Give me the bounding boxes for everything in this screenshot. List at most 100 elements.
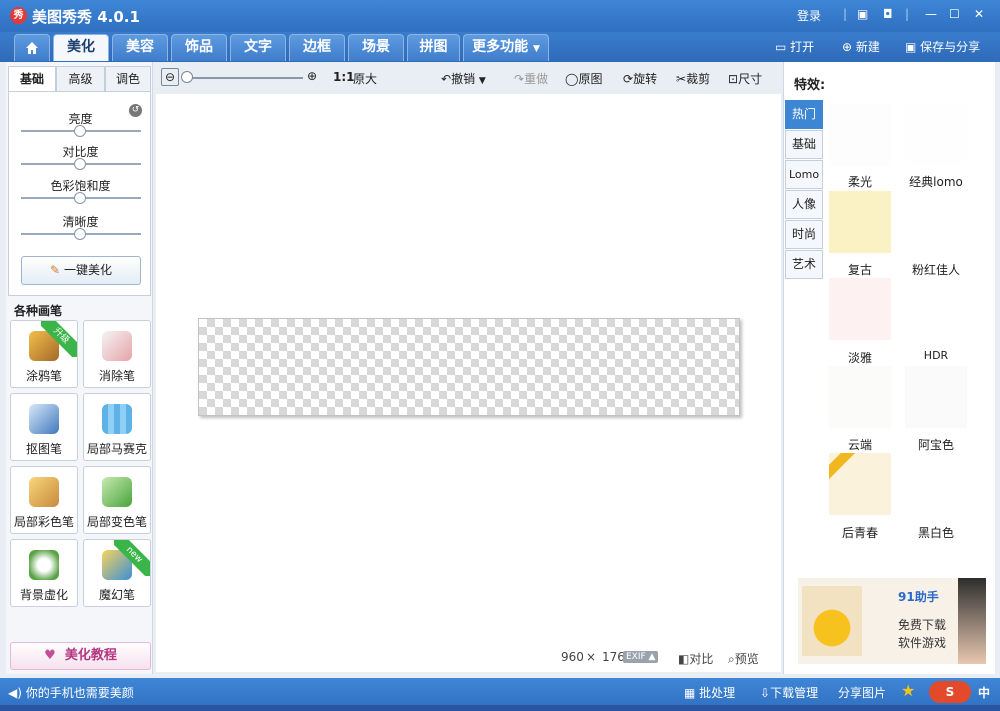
- zoom-in-icon[interactable]: ⊕: [307, 69, 317, 83]
- zoom-ratio[interactable]: 1:1: [333, 70, 355, 84]
- effect-category-fashion[interactable]: 时尚: [785, 220, 823, 249]
- home-tab[interactable]: [14, 34, 50, 61]
- exif-button[interactable]: EXIF ▲: [623, 651, 659, 663]
- effect-thumb-pink-lady[interactable]: [905, 191, 967, 253]
- effect-thumb-elegant[interactable]: [829, 278, 891, 340]
- batch-button[interactable]: ▦ 批处理: [684, 684, 735, 701]
- login-link[interactable]: 登录: [797, 7, 821, 24]
- tab-beautify[interactable]: 美化: [53, 34, 109, 61]
- brush-mosaic[interactable]: 局部马赛克: [83, 393, 151, 461]
- batch-icon: ▦: [684, 686, 696, 700]
- slider-knob-contrast[interactable]: [74, 158, 86, 170]
- new-button[interactable]: ⊕ 新建: [842, 38, 880, 55]
- effect-thumb-youth[interactable]: [829, 453, 891, 515]
- app-logo-icon: 秀: [10, 7, 27, 24]
- resize-icon: ⊡: [728, 72, 739, 86]
- image-canvas[interactable]: [198, 318, 740, 416]
- upgrade-badge-label: 升级: [41, 321, 77, 357]
- brush-doodle[interactable]: 涂鸦笔 升级: [10, 320, 78, 388]
- undo-button[interactable]: ↶撤销 ▼: [441, 70, 486, 87]
- minimize-button[interactable]: —: [925, 7, 937, 21]
- brush-cutout-label: 抠图笔: [25, 442, 62, 456]
- preview-button[interactable]: ⌕预览: [728, 650, 759, 667]
- brush-magic[interactable]: 魔幻笔 new: [83, 539, 151, 607]
- tab-text[interactable]: 文字: [230, 34, 286, 61]
- status-message[interactable]: ◀) 你的手机也需要美颜: [8, 684, 134, 701]
- subtab-advanced[interactable]: 高级: [56, 66, 105, 92]
- effect-thumb-bw[interactable]: [905, 453, 967, 515]
- one-key-beautify-button[interactable]: ✎ 一键美化: [21, 256, 141, 285]
- ime-mode[interactable]: 中: [978, 684, 990, 701]
- compare-button[interactable]: ◧对比: [678, 650, 713, 667]
- rotate-button[interactable]: ⟳旋转: [623, 70, 657, 87]
- save-share-label: 保存与分享: [920, 40, 981, 54]
- effects-panel: 特效: 热门 基础 Lomo 人像 时尚 艺术 柔光 经典lomo 复古 粉红佳…: [783, 62, 995, 674]
- member-badge-icon: [829, 453, 857, 484]
- open-button[interactable]: ▭ 打开: [775, 38, 814, 55]
- zoom-slider-track[interactable]: [185, 77, 303, 79]
- ad-text-software: 软件游戏: [898, 636, 947, 650]
- effect-thumb-abao[interactable]: [905, 366, 967, 428]
- effect-thumb-soft-light[interactable]: [829, 104, 891, 166]
- sogou-ime-icon[interactable]: S: [929, 681, 971, 703]
- original-label: 原图: [578, 72, 603, 86]
- brush-partial-color[interactable]: 局部彩色笔: [10, 466, 78, 534]
- caret-down-icon: ▼: [478, 76, 486, 86]
- tab-scenes[interactable]: 场景: [348, 34, 404, 61]
- effect-category-portrait[interactable]: 人像: [785, 190, 823, 219]
- share-image-button[interactable]: 分享图片: [838, 684, 886, 701]
- resize-button[interactable]: ⊡尺寸: [728, 70, 762, 87]
- slider-knob-brightness[interactable]: [74, 125, 86, 137]
- tab-collage[interactable]: 拼图: [407, 34, 460, 61]
- crop-button[interactable]: ✂裁剪: [676, 70, 710, 87]
- maximize-button[interactable]: ☐: [949, 7, 960, 21]
- effect-thumb-classic-lomo[interactable]: [905, 104, 967, 166]
- skin-icon[interactable]: ◘: [883, 7, 893, 21]
- brush-bg-blur[interactable]: 背景虚化: [10, 539, 78, 607]
- save-share-button[interactable]: ▣ 保存与分享: [905, 38, 980, 55]
- tab-more-label: 更多功能: [472, 39, 529, 55]
- close-button[interactable]: ✕: [974, 7, 984, 21]
- brush-eraser[interactable]: 消除笔: [83, 320, 151, 388]
- undo-icon: ↶: [441, 72, 452, 86]
- feedback-icon[interactable]: ▣: [857, 7, 868, 21]
- blur-icon: [29, 550, 59, 580]
- subtab-basic[interactable]: 基础: [8, 66, 56, 92]
- original-size-button[interactable]: 原大: [353, 70, 377, 87]
- tutorial-button[interactable]: ♥ 美化教程: [10, 642, 151, 670]
- undo-label: 撤销: [451, 72, 476, 86]
- ad-banner[interactable]: 91助手 免费下载 软件游戏: [798, 578, 986, 664]
- tab-decorations[interactable]: 饰品: [171, 34, 227, 61]
- tab-face[interactable]: 美容: [112, 34, 168, 61]
- image-width: 960: [561, 650, 584, 664]
- redo-button[interactable]: ↷重做: [514, 70, 548, 87]
- subtab-color[interactable]: 调色: [105, 66, 151, 92]
- download-manager-button[interactable]: ⇩下载管理: [760, 684, 818, 701]
- brush-cutout[interactable]: 抠图笔: [10, 393, 78, 461]
- scissors-icon: ✂: [676, 72, 687, 86]
- brush-mosaic-label: 局部马赛克: [86, 442, 147, 456]
- new-label: 新建: [855, 40, 880, 54]
- effect-label-bw: 黑白色: [917, 526, 954, 540]
- effect-thumb-cloud[interactable]: [829, 366, 891, 428]
- effect-thumb-hdr[interactable]: [905, 278, 967, 340]
- effect-category-basic[interactable]: 基础: [785, 130, 823, 159]
- star-icon[interactable]: ★: [901, 681, 915, 700]
- effect-thumb-retro[interactable]: [829, 191, 891, 253]
- slider-knob-sharpness[interactable]: [74, 228, 86, 240]
- title-bar: 秀 美图秀秀 4.0.1 登录 | ▣ ◘ | — ☐ ✕: [0, 0, 1000, 32]
- folder-icon: ▭: [775, 40, 787, 54]
- effect-category-hot[interactable]: 热门: [785, 100, 823, 129]
- brush-recolor[interactable]: 局部变色笔: [83, 466, 151, 534]
- tab-frames[interactable]: 边框: [289, 34, 345, 61]
- zoom-out-icon[interactable]: ⊖: [161, 68, 179, 86]
- download-label: 下载管理: [770, 686, 819, 700]
- preview-label: 预览: [734, 652, 759, 666]
- zoom-slider-knob[interactable]: [181, 71, 193, 83]
- tab-more[interactable]: 更多功能 ▼: [463, 34, 549, 61]
- slider-knob-saturation[interactable]: [74, 192, 86, 204]
- adjust-panel: ↺ 亮度 对比度 色彩饱和度 清晰度 ✎ 一键美化: [8, 91, 151, 296]
- rotate-icon: ⟳: [623, 72, 634, 86]
- hand-heart-icon: ♥: [44, 648, 56, 663]
- original-image-button[interactable]: ◯原图: [565, 70, 602, 87]
